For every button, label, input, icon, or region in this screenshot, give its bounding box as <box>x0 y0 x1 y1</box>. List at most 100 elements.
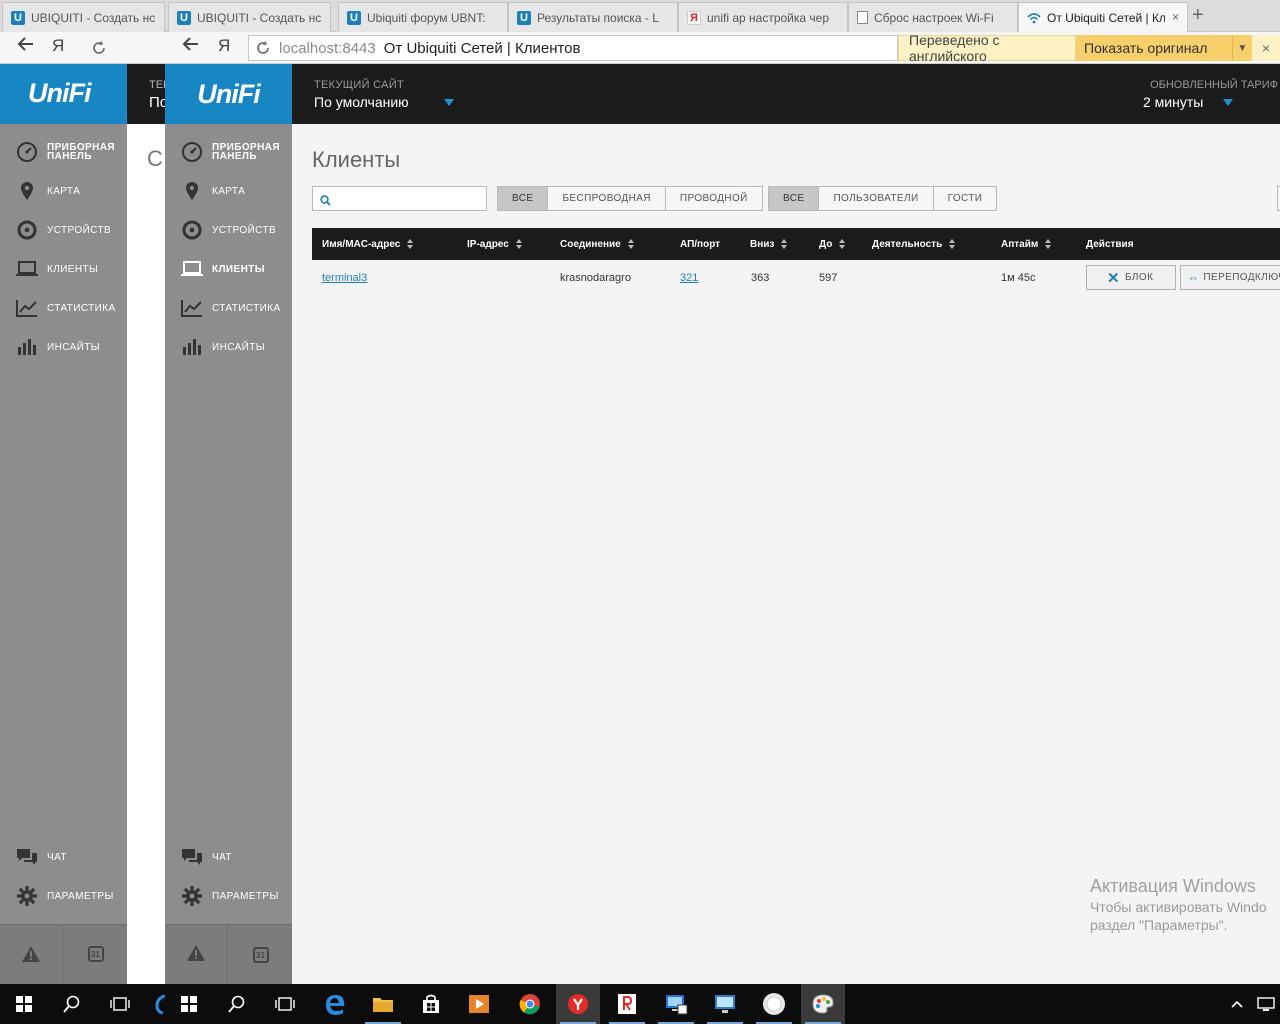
column-header-connection[interactable]: Соединение <box>560 228 634 260</box>
yandex-browser-icon[interactable] <box>556 984 600 1024</box>
sidebar-item-map[interactable]: КАРТА <box>165 175 292 207</box>
sidebar-item-label: СТАТИСТИКА <box>212 302 281 314</box>
refresh-rate-label: ОБНОВЛЕННЫЙ ТАРИФ <box>1150 79 1278 91</box>
ghost-nav-map: КАРТА <box>0 175 127 207</box>
client-ap-link[interactable]: 321 <box>680 272 698 284</box>
column-header-ip[interactable]: IP-адрес <box>467 228 522 260</box>
ghost-content: С <box>127 124 165 984</box>
column-header-uptime[interactable]: Аптайм <box>1001 228 1052 260</box>
current-site-select[interactable]: По умолчанию <box>314 94 409 110</box>
browser-tab[interactable]: U Результаты поиска - L <box>508 2 678 32</box>
client-name-link[interactable]: terminal3 <box>322 272 367 284</box>
filter-all-users[interactable]: ВСЕ <box>769 187 820 210</box>
unifi-logo[interactable]: UniFi <box>165 64 292 124</box>
sidebar-item-statistics[interactable]: СТАТИСТИКА <box>165 292 292 324</box>
translation-options-chevron-down-icon[interactable]: ▼ <box>1232 35 1252 61</box>
column-header-up[interactable]: До <box>819 228 846 260</box>
ghost-calendar-button: 31 <box>64 924 127 984</box>
browser-tab[interactable]: U Ubiquiti форум UBNT: <box>338 2 508 32</box>
column-header-ap-port[interactable]: АП/порт <box>680 228 720 260</box>
filter-wireless[interactable]: БЕСПРОВОДНАЯ <box>548 187 666 210</box>
chevron-down-icon[interactable] <box>1223 99 1233 106</box>
block-button-label: БЛОК <box>1124 272 1154 283</box>
display-icon[interactable] <box>1252 984 1280 1024</box>
edge-browser-icon[interactable] <box>313 984 357 1024</box>
yandex-icon[interactable] <box>605 984 649 1024</box>
sidebar-item-chat[interactable]: ЧАТ <box>165 841 292 873</box>
browser-tab[interactable]: Я unifi ap настройка чер <box>678 2 848 32</box>
paint-icon[interactable] <box>801 984 845 1024</box>
browser-tab-active[interactable]: От Ubiquiti Сетей | Кл × <box>1018 2 1188 32</box>
column-header-activity[interactable]: Деятельность <box>872 228 956 260</box>
sidebar-item-settings[interactable]: ПАРАМЕТРЫ <box>165 880 292 912</box>
column-header-name[interactable]: Имя/MAC-адрес <box>322 228 414 260</box>
search-input[interactable] <box>335 190 483 207</box>
chrome-icon[interactable] <box>508 984 552 1024</box>
tab-label: Сброс настроек Wi-Fi <box>874 10 994 25</box>
back-arrow-icon[interactable] <box>181 36 199 57</box>
search-icon[interactable] <box>50 984 94 1024</box>
back-arrow-icon[interactable] <box>16 36 34 57</box>
alerts-button[interactable] <box>165 925 228 985</box>
media-player-icon[interactable] <box>457 984 501 1024</box>
laptop-icon <box>16 258 38 280</box>
search-field[interactable] <box>312 186 487 211</box>
address-bar[interactable]: localhost:8443 От Ubiquiti Сетей | Клиен… <box>248 35 898 61</box>
show-original-button[interactable]: Показать оригинал <box>1076 35 1232 61</box>
new-tab-button[interactable]: + <box>1192 4 1204 27</box>
chevron-down-icon[interactable] <box>444 99 454 106</box>
sidebar-item-clients[interactable]: КЛИЕНТЫ <box>165 253 292 285</box>
ghost-nav-label: ИНСАЙТЫ <box>47 341 101 353</box>
unifi-access-point-icon[interactable] <box>752 984 796 1024</box>
tab-label: UBIQUITI - Создать нс <box>197 10 322 25</box>
task-view-icon[interactable] <box>98 984 142 1024</box>
yandex-logo-button[interactable]: Я <box>52 36 64 56</box>
connection-type-filter: ВСЕ БЕСПРОВОДНАЯ ПРОВОДНОЙ <box>497 186 763 211</box>
filter-users[interactable]: ПОЛЬЗОВАТЕЛИ <box>819 187 934 210</box>
yandex-logo-button[interactable]: Я <box>218 36 230 56</box>
browser-tab[interactable]: Сброс настроек Wi-Fi <box>848 2 1018 32</box>
ghost-footer-buttons: 31 <box>0 924 127 984</box>
dashboard-gauge-icon <box>16 141 38 163</box>
column-header-down[interactable]: Вниз <box>750 228 788 260</box>
calendar-icon: 31 <box>252 947 269 963</box>
remote-desktop-icon[interactable] <box>703 984 747 1024</box>
refresh-rate-select[interactable]: 2 минуты <box>1143 94 1203 110</box>
ghost-nav-label: ПАРАМЕТРЫ <box>47 890 114 902</box>
events-calendar-button[interactable]: 31 <box>229 925 292 985</box>
sidebar-item-dashboard[interactable]: ПРИБОРНАЯ ПАНЕЛЬ <box>165 136 292 168</box>
filter-wired[interactable]: ПРОВОДНОЙ <box>666 187 762 210</box>
sidebar-item-devices[interactable]: УСТРОЙСТВ <box>165 214 292 246</box>
ghost-page-title: С <box>147 146 163 171</box>
ghost-nav-label: ЧАТ <box>47 851 67 863</box>
sidebar-item-insights[interactable]: ИНСАЙТЫ <box>165 331 292 363</box>
sidebar-item-label: ПАРАМЕТРЫ <box>212 890 279 902</box>
windows-start-icon[interactable] <box>167 984 211 1024</box>
sort-icon <box>949 239 956 249</box>
store-icon[interactable] <box>409 984 453 1024</box>
browser-tab[interactable]: U UBIQUITI - Создать нс <box>168 2 331 32</box>
tab-label: От Ubiquiti Сетей | Кл <box>1047 10 1165 25</box>
tab-close-icon[interactable]: × <box>1172 10 1179 24</box>
search-icon[interactable] <box>215 984 259 1024</box>
filter-all-connections[interactable]: ВСЕ <box>498 187 549 210</box>
task-view-icon[interactable] <box>263 984 307 1024</box>
sort-icon <box>839 239 846 249</box>
clients-table-header: Имя/MAC-адрес IP-адрес Соединение АП/пор… <box>312 228 1280 260</box>
reconnect-arrows-icon: ⇔ <box>1188 271 1200 284</box>
network-monitor-icon[interactable] <box>654 984 698 1024</box>
reload-icon[interactable] <box>256 41 270 59</box>
file-explorer-icon[interactable] <box>361 984 405 1024</box>
tab-label: UBIQUITI - Создать нс <box>31 10 156 25</box>
block-client-button[interactable]: ✕ БЛОК <box>1086 265 1176 290</box>
reconnect-client-button[interactable]: ⇔ ПЕРЕПОДКЛЮЧ <box>1180 265 1280 290</box>
filter-guests[interactable]: ГОСТИ <box>934 187 997 210</box>
sort-icon <box>515 239 522 249</box>
reload-icon[interactable] <box>92 41 106 60</box>
browser-tab[interactable]: U UBIQUITI - Создать нс <box>2 2 165 32</box>
windows-start-icon[interactable] <box>2 984 46 1024</box>
laptop-icon <box>181 258 203 280</box>
translation-close-icon[interactable]: × <box>1252 35 1280 61</box>
chevron-up-icon[interactable] <box>1222 984 1252 1024</box>
browser-toolbar: Я localhost Я localhost:8443 От Ubiquiti… <box>0 32 1280 93</box>
